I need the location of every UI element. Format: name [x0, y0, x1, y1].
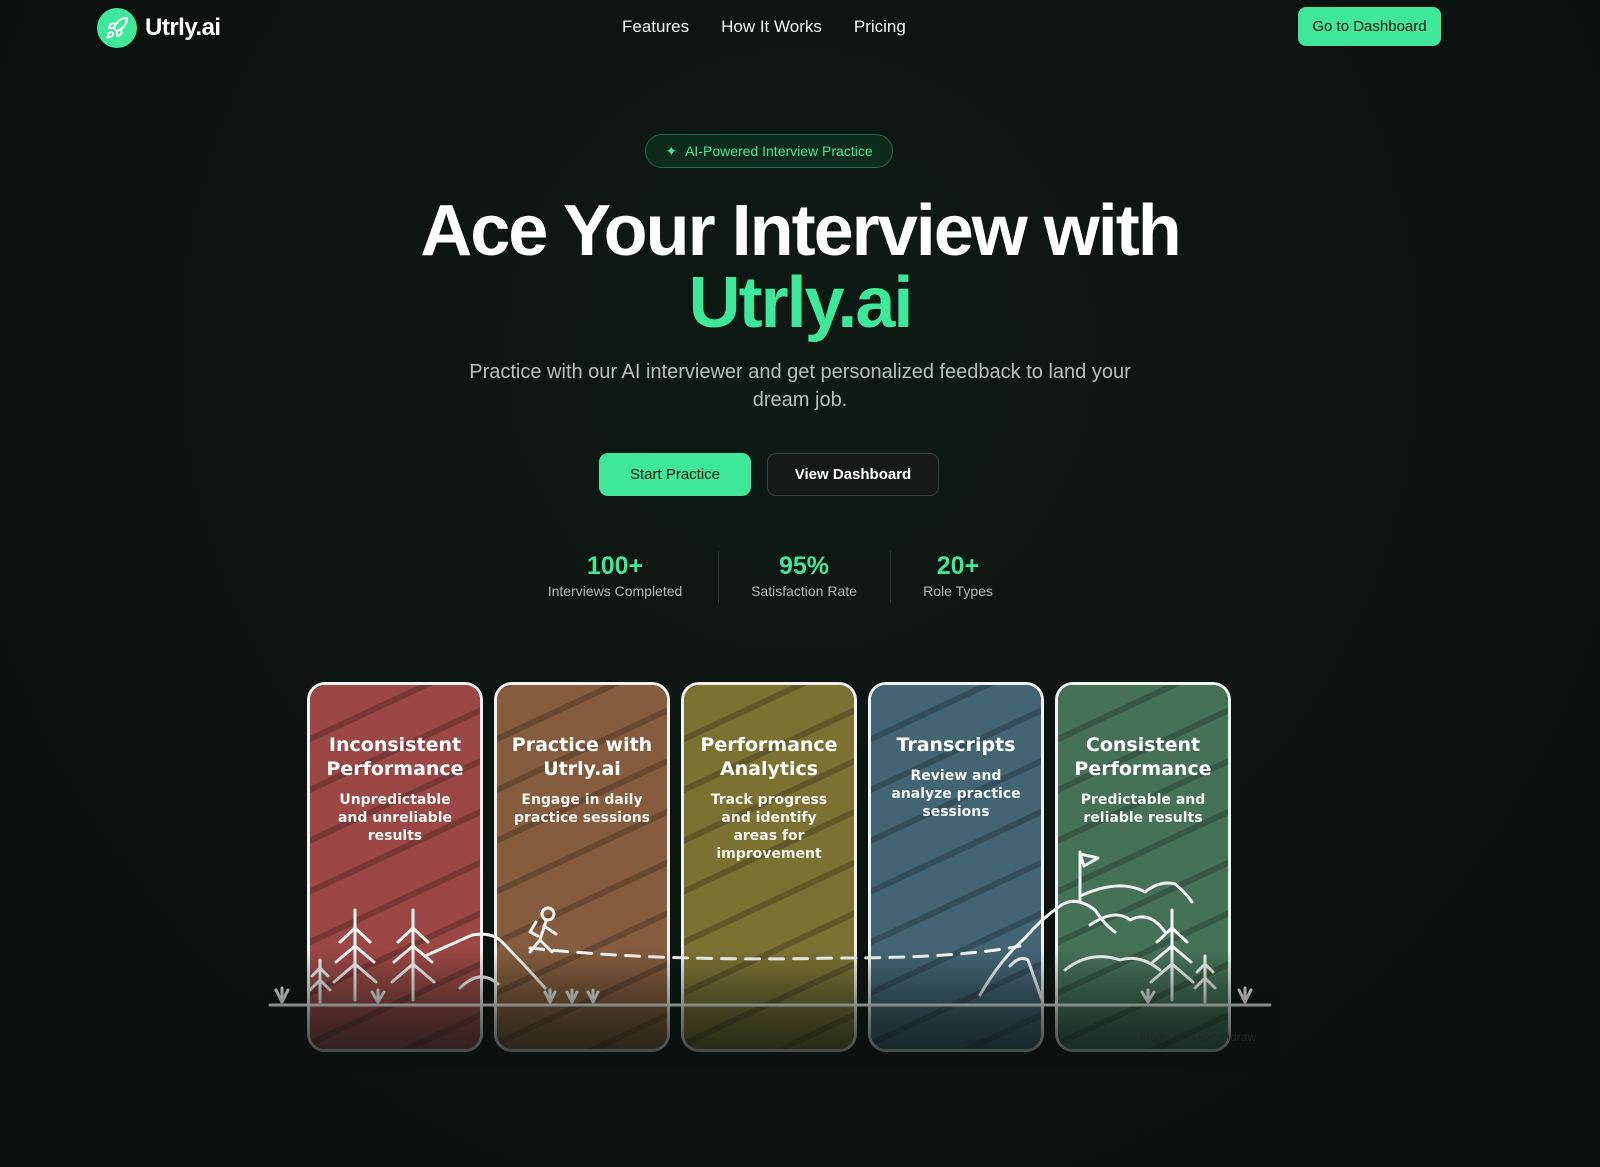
stat-value: 95% — [778, 552, 830, 580]
go-to-dashboard-button[interactable]: Go to Dashboard — [1298, 7, 1441, 46]
tree — [332, 908, 378, 1002]
rocket-icon — [97, 8, 137, 48]
stat-value: 100+ — [586, 552, 644, 580]
summit-ridge-b — [1063, 955, 1162, 972]
flag — [1078, 852, 1100, 868]
landscape-sketch — [268, 850, 1272, 1007]
grass-tuft — [543, 988, 557, 1004]
logo[interactable]: Utrly.ai — [97, 8, 221, 48]
stat-divider — [890, 551, 891, 603]
journey-illustration: Inconsistent Performance Unpredictable a… — [260, 670, 1280, 1070]
trail-path — [528, 944, 1022, 961]
mountain-right-b — [1008, 957, 1044, 1002]
grass-tuft — [586, 988, 600, 1004]
hero-title-brand: Utrly.ai — [688, 263, 914, 343]
grass-tuft — [565, 988, 579, 1004]
nav-link-how-it-works[interactable]: How It Works — [721, 17, 822, 37]
sparkle-icon: ✦ — [665, 142, 678, 159]
hill-left-inner — [458, 975, 500, 990]
hiker-head — [540, 906, 556, 922]
view-dashboard-button[interactable]: View Dashboard — [767, 453, 939, 496]
stat-divider — [718, 551, 719, 603]
hero-badge-label: AI-Powered Interview Practice — [685, 143, 873, 159]
nav-link-pricing[interactable]: Pricing — [854, 17, 906, 37]
grass-tuft — [274, 986, 290, 1004]
watermark: Made with Excalidraw — [1140, 1030, 1257, 1044]
stat-satisfaction: 95% Satisfaction Rate — [744, 551, 864, 599]
hiker-body — [528, 919, 558, 954]
hero-badge: ✦ AI-Powered Interview Practice — [645, 134, 893, 168]
grass-tuft — [1140, 988, 1156, 1004]
grass-tuft — [1237, 986, 1253, 1004]
tree-small — [308, 958, 332, 1004]
summit-hill — [1078, 881, 1194, 904]
stat-label: Satisfaction Rate — [751, 583, 857, 599]
stat-label: Role Types — [923, 583, 993, 599]
hill-left — [423, 932, 547, 990]
brand-name: Utrly.ai — [145, 14, 221, 41]
top-nav: Utrly.ai Features How It Works Pricing G… — [0, 0, 1600, 54]
stat-label: Interviews Completed — [547, 583, 683, 599]
nav-link-features[interactable]: Features — [622, 17, 689, 37]
nav-links: Features How It Works Pricing — [622, 17, 906, 37]
stat-role-types: 20+ Role Types — [916, 551, 1000, 599]
stat-value: 20+ — [936, 552, 980, 580]
mountain-right — [978, 899, 1117, 997]
stat-interviews: 100+ Interviews Completed — [544, 551, 686, 599]
start-practice-button[interactable]: Start Practice — [599, 453, 751, 496]
hero-title: Ace Your Interview with — [420, 191, 1182, 271]
grass-tuft — [370, 988, 386, 1004]
summit-ridge — [1088, 913, 1167, 934]
tree-small — [1193, 954, 1217, 1004]
hero-subtitle: Practice with our AI interviewer and get… — [469, 361, 1131, 411]
